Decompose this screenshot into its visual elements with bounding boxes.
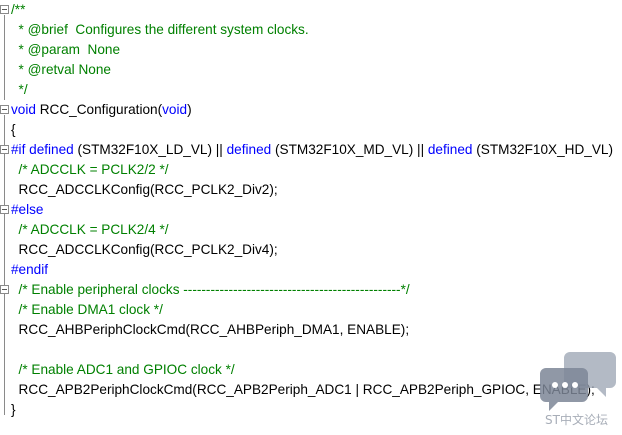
code-line[interactable]: * @param None bbox=[0, 40, 622, 60]
code-text: void RCC_Configuration(void) bbox=[11, 100, 192, 120]
code-text: * @retval None bbox=[11, 60, 111, 80]
code-token: { bbox=[11, 122, 16, 137]
code-line[interactable]: * @retval None bbox=[0, 60, 622, 80]
code-line[interactable]: */ bbox=[0, 80, 622, 100]
code-text: { bbox=[11, 120, 16, 140]
code-token: * @param None bbox=[11, 42, 121, 57]
code-line[interactable] bbox=[0, 340, 622, 360]
code-line[interactable]: #endif bbox=[0, 260, 622, 280]
code-token: (STM32F10X_MD_VL) || bbox=[271, 142, 428, 157]
code-line[interactable]: #if defined (STM32F10X_LD_VL) || defined… bbox=[0, 140, 622, 160]
code-line[interactable]: /* Enable DMA1 clock */ bbox=[0, 300, 622, 320]
code-token: #else bbox=[11, 202, 44, 217]
code-token: RCC_ADCCLKConfig(RCC_PCLK2_Div2); bbox=[11, 182, 278, 197]
code-token: /* ADCCLK = PCLK2/2 */ bbox=[11, 162, 169, 177]
code-text: #else bbox=[11, 200, 44, 220]
code-text: * @param None bbox=[11, 40, 120, 60]
code-token: /* Enable peripheral clocks ------------… bbox=[11, 282, 410, 297]
code-line[interactable]: /* Enable peripheral clocks ------------… bbox=[0, 280, 622, 300]
code-token: RCC_Configuration( bbox=[35, 102, 163, 117]
code-token: #endif bbox=[11, 262, 49, 277]
code-line[interactable]: } bbox=[0, 400, 622, 420]
code-line[interactable]: void RCC_Configuration(void) bbox=[0, 100, 622, 120]
code-line[interactable]: /* ADCCLK = PCLK2/2 */ bbox=[0, 160, 622, 180]
watermark-label: ST中文论坛 bbox=[545, 413, 608, 427]
code-line[interactable]: RCC_AHBPeriphClockCmd(RCC_AHBPeriph_DMA1… bbox=[0, 320, 622, 340]
code-text: #endif bbox=[11, 260, 48, 280]
code-token: ) bbox=[187, 102, 192, 117]
code-text: */ bbox=[11, 80, 28, 100]
code-text: RCC_ADCCLKConfig(RCC_PCLK2_Div4); bbox=[11, 240, 278, 260]
code-text: /** bbox=[11, 0, 25, 20]
code-line[interactable]: /* ADCCLK = PCLK2/4 */ bbox=[0, 220, 622, 240]
code-text: RCC_APB2PeriphClockCmd(RCC_APB2Periph_AD… bbox=[11, 380, 595, 400]
code-token: } bbox=[11, 402, 16, 417]
code-token: void bbox=[11, 102, 36, 117]
code-token: /* ADCCLK = PCLK2/4 */ bbox=[11, 222, 169, 237]
code-line[interactable]: * @brief Configures the different system… bbox=[0, 20, 622, 40]
code-text: #if defined (STM32F10X_LD_VL) || defined… bbox=[11, 140, 613, 160]
code-line[interactable]: { bbox=[0, 120, 622, 140]
code-token: /* Enable DMA1 clock */ bbox=[11, 302, 163, 317]
code-text: /* Enable DMA1 clock */ bbox=[11, 300, 163, 320]
code-line[interactable]: #else bbox=[0, 200, 622, 220]
code-line[interactable]: RCC_ADCCLKConfig(RCC_PCLK2_Div2); bbox=[0, 180, 622, 200]
code-token: (STM32F10X_HD_VL) bbox=[472, 142, 614, 157]
code-text: } bbox=[11, 400, 16, 420]
code-token: /** bbox=[11, 2, 26, 17]
code-text: /* ADCCLK = PCLK2/4 */ bbox=[11, 220, 169, 240]
code-line[interactable]: /* Enable ADC1 and GPIOC clock */ bbox=[0, 360, 622, 380]
code-text: RCC_AHBPeriphClockCmd(RCC_AHBPeriph_DMA1… bbox=[11, 320, 410, 340]
code-text: RCC_ADCCLKConfig(RCC_PCLK2_Div2); bbox=[11, 180, 278, 200]
code-text: /* Enable peripheral clocks ------------… bbox=[11, 280, 410, 300]
code-editor[interactable]: /** * @brief Configures the different sy… bbox=[0, 0, 622, 435]
code-token: RCC_AHBPeriphClockCmd(RCC_AHBPeriph_DMA1… bbox=[11, 322, 410, 337]
code-line[interactable]: RCC_ADCCLKConfig(RCC_PCLK2_Div4); bbox=[0, 240, 622, 260]
code-token: */ bbox=[11, 82, 28, 97]
code-text: /* ADCCLK = PCLK2/2 */ bbox=[11, 160, 169, 180]
code-token: RCC_APB2PeriphClockCmd(RCC_APB2Periph_AD… bbox=[11, 382, 595, 397]
code-line[interactable]: RCC_APB2PeriphClockCmd(RCC_APB2Periph_AD… bbox=[0, 380, 622, 400]
code-token: void bbox=[162, 102, 188, 117]
code-token: (STM32F10X_LD_VL) || bbox=[73, 142, 227, 157]
code-line[interactable]: /** bbox=[0, 0, 622, 20]
code-token: RCC_ADCCLKConfig(RCC_PCLK2_Div4); bbox=[11, 242, 278, 257]
code-text: * @brief Configures the different system… bbox=[11, 20, 309, 40]
code-token: * @retval None bbox=[11, 62, 111, 77]
code-token: defined bbox=[427, 142, 473, 157]
code-token: defined bbox=[226, 142, 272, 157]
code-text: /* Enable ADC1 and GPIOC clock */ bbox=[11, 360, 235, 380]
code-token: #if defined bbox=[11, 142, 74, 157]
code-token: /* Enable ADC1 and GPIOC clock */ bbox=[11, 362, 235, 377]
code-token: * @brief Configures the different system… bbox=[11, 22, 309, 37]
